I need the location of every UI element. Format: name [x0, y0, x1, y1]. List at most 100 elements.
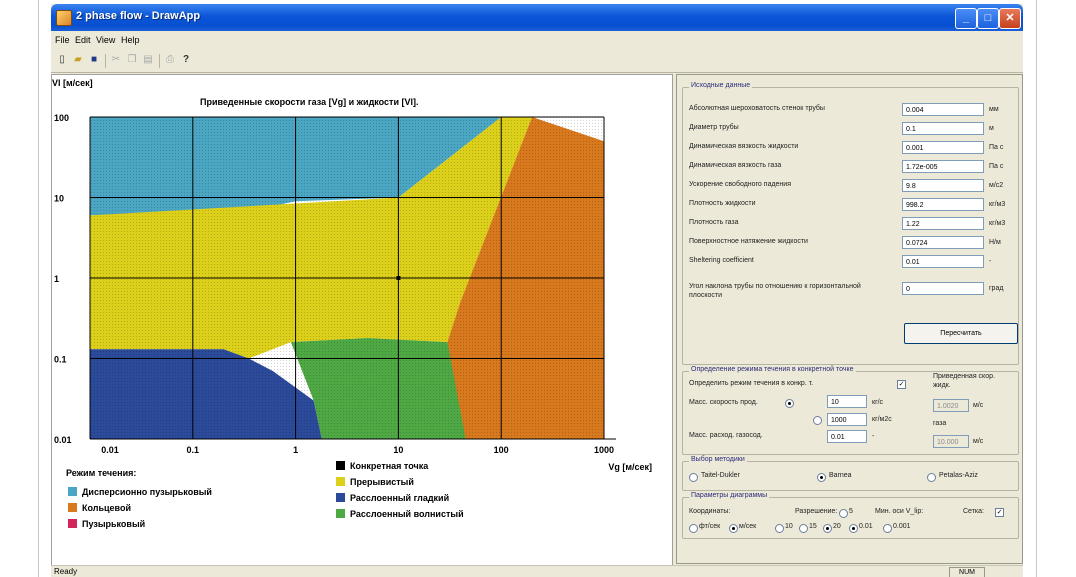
min-axis-label: Мин. оси V_lip: — [875, 508, 924, 515]
input-field[interactable]: 9.8 — [902, 179, 984, 192]
input-field[interactable]: 0.01 — [902, 255, 984, 268]
menu-file[interactable]: File — [55, 35, 70, 45]
reduced-liquid-unit: м/с — [973, 402, 984, 409]
method-taitel-label: Taitel-Dukler — [701, 472, 740, 479]
open-icon[interactable]: ▰ — [71, 53, 85, 67]
input-unit: кг/м3 — [989, 201, 1006, 208]
app-icon — [56, 10, 72, 26]
new-icon[interactable]: ▯ — [55, 53, 69, 67]
status-bar: Ready NUM — [51, 565, 1023, 577]
mass-flow-input[interactable]: 1000 — [827, 413, 867, 426]
min-0001-radio[interactable] — [883, 524, 892, 533]
y-tick-label: 0.1 — [54, 355, 67, 365]
right-border — [1036, 0, 1037, 577]
input-field[interactable]: 998.2 — [902, 198, 984, 211]
mass-rate-label: Масс. расход. газосод. — [689, 432, 763, 439]
save-icon[interactable]: ■ — [87, 53, 101, 67]
legend-swatch — [336, 477, 345, 486]
legend-swatch — [68, 487, 77, 496]
coords-msec-label: м/сек — [739, 523, 757, 530]
x-tick-label: 1000 — [594, 445, 614, 455]
window-title: 2 phase flow - DrawApp — [76, 10, 201, 22]
paste-icon[interactable]: ▤ — [141, 53, 155, 67]
input-label: Угол наклона трубы по отношению к горизо… — [689, 283, 861, 299]
mass-rate-input[interactable]: 0.01 — [827, 430, 867, 443]
print-icon[interactable]: ⎙ — [163, 53, 177, 67]
resolution-5-label: 5 — [849, 508, 853, 515]
y-tick-label: 1 — [54, 274, 59, 284]
regime-checkbox[interactable]: ✓ — [897, 380, 906, 389]
gas-label: газа — [933, 420, 947, 427]
mass-flow-radio[interactable] — [813, 416, 822, 425]
regime-checkbox-label: Определить режим течения в конкр. т. — [689, 380, 814, 387]
method-barnea-label: Barnea — [829, 472, 852, 479]
input-data-title: Исходные данные — [689, 82, 753, 89]
method-petalas-radio[interactable] — [927, 473, 936, 482]
app-window: 2 phase flow - DrawApp _ □ ✕ File Edit V… — [51, 4, 1023, 577]
input-unit: Н/м — [989, 239, 1001, 246]
menu-bar: File Edit View Help — [51, 31, 1023, 49]
reduced-speed-label: Приведенная скор. жидк. — [933, 373, 995, 389]
left-border — [38, 0, 39, 577]
min-001-radio[interactable] — [849, 524, 858, 533]
resolution-10-radio[interactable] — [775, 524, 784, 533]
input-field[interactable]: 1.22 — [902, 217, 984, 230]
input-field[interactable]: 0 — [902, 282, 984, 295]
input-unit: Па с — [989, 163, 1004, 170]
input-label: Плотность жидкости — [689, 200, 756, 207]
input-label: Диаметр трубы — [689, 124, 739, 131]
y-tick-label: 0.01 — [54, 435, 72, 445]
help-icon[interactable]: ? — [179, 53, 193, 67]
mass-speed-radio[interactable] — [785, 399, 794, 408]
menu-edit[interactable]: Edit — [75, 35, 91, 45]
coords-msec-radio[interactable] — [729, 524, 738, 533]
legend-swatch — [336, 509, 345, 518]
legend-label: Расслоенный гладкий — [350, 493, 449, 503]
x-tick-label: 0.01 — [101, 445, 119, 455]
mass-rate-unit: - — [872, 433, 875, 440]
method-petalas-label: Petalas-Aziz — [939, 472, 978, 479]
input-unit: - — [989, 258, 992, 265]
resolution-15-label: 15 — [809, 523, 817, 530]
title-bar: 2 phase flow - DrawApp _ □ ✕ — [51, 4, 1023, 31]
cut-icon[interactable]: ✂ — [109, 53, 123, 67]
input-unit: Па с — [989, 144, 1004, 151]
legend-label: Кольцевой — [82, 503, 131, 513]
reduced-gas-unit: м/с — [973, 438, 984, 445]
input-field[interactable]: 0.001 — [902, 141, 984, 154]
diagram-params-title: Параметры диаграммы — [689, 492, 770, 499]
num-lock-indicator: NUM — [949, 567, 985, 577]
y-tick-label: 100 — [54, 113, 69, 123]
resolution-5-radio[interactable] — [839, 509, 848, 518]
coords-ftsec-radio[interactable] — [689, 524, 698, 533]
recalculate-button[interactable]: Пересчитать — [904, 323, 1018, 344]
plot-area: 100 10 1 0.1 0.01 0.01 0.1 1 10 100 1000 Vl [м/сек… — [51, 74, 673, 566]
mass-speed-input[interactable]: 10 — [827, 395, 867, 408]
method-barnea-radio[interactable] — [817, 473, 826, 482]
legend-label: Конкретная точка — [350, 461, 429, 471]
minimize-button[interactable]: _ — [955, 8, 977, 29]
copy-icon[interactable]: ❐ — [125, 53, 139, 67]
method-title: Выбор методики — [689, 456, 747, 463]
input-unit: кг/м3 — [989, 220, 1006, 227]
close-button[interactable]: ✕ — [999, 8, 1021, 29]
input-label: Sheltering coefficient — [689, 257, 754, 264]
menu-help[interactable]: Help — [121, 35, 140, 45]
min-001-label: 0.01 — [859, 523, 873, 530]
legend-swatch — [336, 493, 345, 502]
x-tick-label: 1 — [293, 445, 298, 455]
input-field[interactable]: 0.1 — [902, 122, 984, 135]
legend-swatch — [68, 519, 77, 528]
mass-speed-unit: кг/с — [872, 399, 884, 406]
input-field[interactable]: 0.0724 — [902, 236, 984, 249]
resolution-15-radio[interactable] — [799, 524, 808, 533]
settings-panel: Исходные данные Абсолютная шероховатость… — [676, 74, 1023, 564]
input-field[interactable]: 0.004 — [902, 103, 984, 116]
method-taitel-radio[interactable] — [689, 473, 698, 482]
grid-checkbox[interactable]: ✓ — [995, 508, 1004, 517]
menu-view[interactable]: View — [96, 35, 115, 45]
maximize-button[interactable]: □ — [977, 8, 999, 29]
resolution-20-radio[interactable] — [823, 524, 832, 533]
input-field[interactable]: 1.72e-005 — [902, 160, 984, 173]
legend-title: Режим течения: — [66, 468, 136, 478]
